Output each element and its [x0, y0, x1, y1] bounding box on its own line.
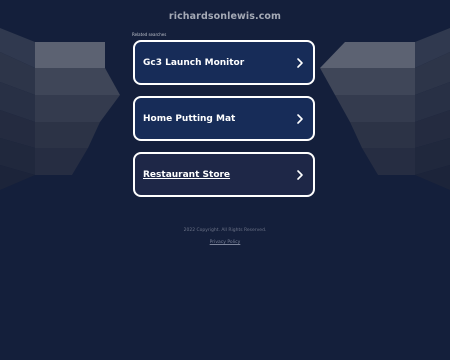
- chevron-right-icon: [297, 57, 303, 68]
- site-domain-title: richardsonlewis.com: [168, 11, 282, 22]
- privacy-policy-link[interactable]: Privacy Policy: [0, 239, 450, 246]
- related-link-gc3-launch-monitor[interactable]: Gc3 Launch Monitor: [133, 40, 315, 85]
- related-searches-label: Related searches: [132, 32, 167, 37]
- related-link-label: Gc3 Launch Monitor: [143, 57, 245, 68]
- related-link-home-putting-mat[interactable]: Home Putting Mat: [133, 96, 315, 141]
- related-link-restaurant-store[interactable]: Restaurant Store: [133, 152, 315, 197]
- related-link-label: Home Putting Mat: [143, 113, 236, 124]
- related-link-label: Restaurant Store: [143, 169, 231, 180]
- chevron-right-icon: [297, 113, 303, 124]
- chevron-right-icon: [297, 169, 303, 180]
- footer-copyright: 2022 Copyright. All Rights Reserved.: [183, 228, 267, 233]
